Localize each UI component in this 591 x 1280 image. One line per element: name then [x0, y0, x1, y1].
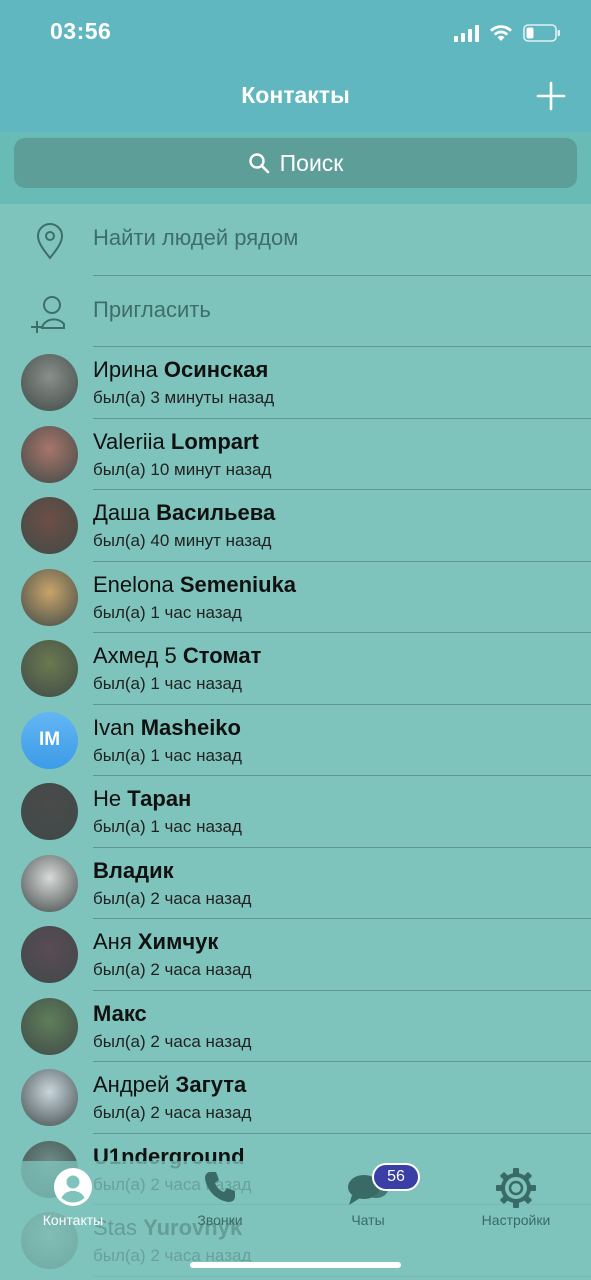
- contact-last-name: Стомат: [182, 643, 262, 668]
- contact-first-name: Не: [93, 786, 122, 811]
- contact-row[interactable]: Не Таран был(а) 1 час назад: [0, 776, 591, 848]
- contact-name: Макс: [93, 1001, 147, 1027]
- contact-last-name: Васильева: [156, 500, 276, 525]
- contact-first-name: Valeriia: [93, 428, 165, 454]
- phone-icon: [205, 1172, 235, 1202]
- page-title: Контакты: [241, 82, 350, 108]
- tab-label: Чаты: [351, 1212, 385, 1228]
- contact-name: Не Таран: [93, 786, 191, 812]
- contact-last-name: Макс: [93, 1000, 147, 1026]
- contact-last-name: Таран: [127, 786, 192, 811]
- contact-row[interactable]: Андрей Загута был(а) 2 часа назад: [0, 1062, 591, 1134]
- contact-row[interactable]: Ирина Осинская был(а) 3 минуты назад: [0, 347, 591, 419]
- contact-row[interactable]: Владик был(а) 2 часа назад: [0, 848, 591, 919]
- tab-calls[interactable]: Звонки: [160, 1161, 280, 1251]
- tab-chats[interactable]: 56 Чаты: [308, 1161, 428, 1251]
- contact-last-name: Загута: [175, 1072, 247, 1097]
- avatar: [21, 425, 78, 483]
- gear-icon: [496, 1168, 536, 1208]
- nav-bar: Контакты: [0, 62, 591, 132]
- search-icon: [248, 153, 269, 174]
- tab-settings[interactable]: Настройки: [456, 1161, 576, 1251]
- contact-last-seen: был(а) 1 час назад: [93, 602, 242, 622]
- contact-last-seen: был(а) 2 часа назад: [93, 888, 252, 908]
- contacts-icon: [54, 1168, 92, 1206]
- avatar: [21, 568, 78, 626]
- contact-first-name: Андрей: [93, 1072, 170, 1097]
- contact-last-name: Химчук: [137, 929, 219, 954]
- find-nearby-label: Найти людей рядом: [93, 225, 299, 250]
- contact-name: Аня Химчук: [93, 929, 218, 955]
- avatar: [21, 926, 78, 983]
- contact-first-name: Ирина: [93, 357, 158, 382]
- search-input[interactable]: Поиск: [14, 138, 577, 188]
- contact-name: Владик: [93, 858, 174, 884]
- contacts-container: Ирина Осинская был(а) 3 минуты назад Valer…: [0, 347, 591, 1277]
- contact-first-name: Ivan: [93, 714, 135, 740]
- battery-icon: [523, 24, 560, 42]
- contact-name: Ирина Осинская: [93, 357, 268, 383]
- contact-list[interactable]: Найти людей рядом Пригласить Ирина Осинс…: [0, 204, 591, 1277]
- contact-row[interactable]: Valeriia Lompart был(а) 10 минут назад: [0, 419, 591, 490]
- avatar: IM: [21, 711, 78, 769]
- tab-label: Контакты: [42, 1212, 104, 1228]
- contact-last-seen: был(а) 1 час назад: [93, 817, 242, 836]
- contact-first-name: Enelona: [93, 571, 174, 597]
- contact-last-seen: был(а) 2 часа назад: [93, 1103, 252, 1122]
- avatar-initials: IM: [38, 729, 61, 750]
- contact-last-seen: был(а) 3 минуты назад: [93, 388, 275, 407]
- invite-row[interactable]: Пригласить: [0, 276, 591, 347]
- add-person-icon: [31, 295, 65, 333]
- status-time: 03:56: [50, 18, 112, 44]
- contact-name: Ivan Masheiko: [93, 715, 241, 741]
- contact-first-name: Даша: [93, 500, 151, 525]
- contact-row[interactable]: Аня Химчук был(а) 2 часа назад: [0, 919, 591, 991]
- cellular-signal-icon: [454, 24, 479, 42]
- contact-last-seen: был(а) 1 час назад: [93, 674, 242, 693]
- tab-label: Звонки: [197, 1212, 243, 1228]
- contact-last-name: Осинская: [163, 357, 269, 382]
- contact-last-name: Semeniuka: [179, 571, 297, 597]
- contact-first-name: Ахмед 5: [93, 643, 177, 668]
- location-pin-icon: [36, 223, 64, 260]
- tab-label: Настройки: [481, 1212, 551, 1228]
- contact-last-seen: был(а) 2 часа назад: [93, 1031, 252, 1051]
- avatar: [21, 997, 78, 1055]
- avatar: [21, 640, 78, 697]
- contact-row[interactable]: IM Ivan Masheiko был(а) 1 час назад: [0, 705, 591, 776]
- invite-label: Пригласить: [93, 296, 211, 322]
- contact-last-name: Lompart: [170, 428, 259, 454]
- status-icons: [454, 20, 561, 46]
- contact-last-seen: был(а) 40 минут назад: [93, 531, 272, 550]
- contact-name: Valeriia Lompart: [93, 429, 259, 455]
- tab-contacts[interactable]: Контакты: [13, 1161, 133, 1251]
- contact-name: Enelona Semeniuka: [93, 572, 296, 598]
- contact-name: Андрей Загута: [93, 1072, 246, 1098]
- unread-badge: 56: [372, 1163, 420, 1191]
- home-indicator: [190, 1262, 401, 1268]
- avatar: [21, 783, 78, 840]
- add-contact-button[interactable]: [533, 78, 569, 114]
- contact-row[interactable]: Даша Васильева был(а) 40 минут назад: [0, 490, 591, 562]
- contact-last-seen: был(а) 2 часа назад: [93, 960, 252, 979]
- contact-last-name: Владик: [93, 857, 174, 883]
- avatar: [21, 854, 78, 912]
- search-area: Поиск: [0, 132, 591, 204]
- contact-row[interactable]: Enelona Semeniuka был(а) 1 час назад: [0, 562, 591, 633]
- find-nearby-row[interactable]: Найти людей рядом: [0, 204, 591, 276]
- avatar: [21, 497, 78, 554]
- contact-last-name: Masheiko: [140, 714, 241, 740]
- wifi-icon: [490, 25, 512, 41]
- contact-row[interactable]: Макс был(а) 2 часа назад: [0, 991, 591, 1062]
- contact-last-seen: был(а) 10 минут назад: [93, 459, 272, 479]
- avatar: [21, 354, 78, 411]
- contact-name: Ахмед 5 Стомат: [93, 643, 261, 669]
- contact-first-name: Аня: [93, 929, 132, 954]
- contact-last-seen: был(а) 1 час назад: [93, 745, 242, 765]
- search-placeholder: Поиск: [279, 149, 344, 176]
- contact-row[interactable]: Ахмед 5 Стомат был(а) 1 час назад: [0, 633, 591, 705]
- contact-name: Даша Васильева: [93, 500, 275, 526]
- status-bar: 03:56: [0, 0, 591, 62]
- avatar: [21, 1069, 78, 1126]
